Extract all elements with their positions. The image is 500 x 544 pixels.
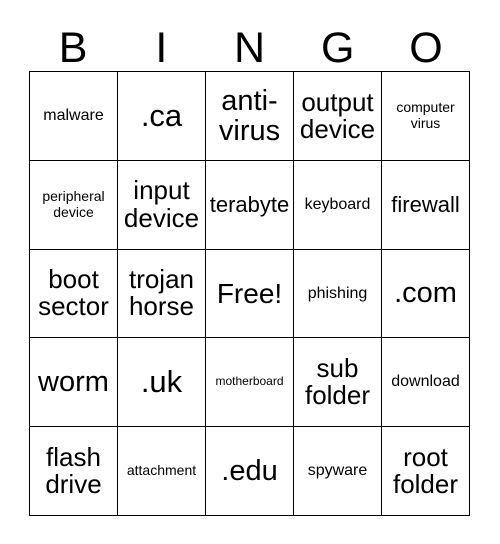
bingo-cell-label: input device (123, 175, 200, 233)
bingo-cell-label: attachment (126, 462, 197, 479)
bingo-cell-label: keyboard (304, 195, 371, 213)
bingo-cell-label: trojan horse (128, 264, 195, 322)
bingo-cell-i2[interactable]: input device (118, 160, 206, 250)
bingo-cell-g1[interactable]: output device (294, 72, 382, 161)
bingo-cell-label: computer virus (396, 99, 455, 131)
bingo-cell-label: root folder (392, 441, 459, 500)
bingo-cell-o2[interactable]: firewall (382, 160, 470, 250)
bingo-cell-label: sub folder (304, 352, 371, 411)
bingo-cell-i5[interactable]: attachment (118, 427, 206, 516)
bingo-grid: malware .ca anti-virus output device com… (29, 71, 470, 516)
bingo-cell-o3[interactable]: .com (382, 249, 470, 339)
bingo-cell-n5[interactable]: .edu (206, 427, 294, 516)
bingo-cell-label: anti-virus (218, 84, 281, 147)
bingo-cell-i3[interactable]: trojan horse (118, 249, 206, 339)
bingo-cell-g2[interactable]: keyboard (294, 160, 382, 250)
header-letter-b: B (58, 24, 88, 72)
bingo-cell-label: .edu (221, 455, 278, 488)
bingo-cell-n2[interactable]: terabyte (206, 160, 294, 250)
bingo-cell-label: phishing (307, 284, 368, 302)
bingo-cell-label: .ca (140, 97, 183, 133)
bingo-cell-label: malware (43, 107, 104, 125)
bingo-cell-label: spyware (307, 462, 368, 480)
bingo-header-row: B I N G O (29, 16, 470, 71)
bingo-cell-label: peripheral device (42, 188, 105, 220)
bingo-cell-i1[interactable]: .ca (118, 72, 206, 161)
bingo-cell-g3[interactable]: phishing (294, 249, 382, 339)
bingo-cell-o4[interactable]: download (382, 338, 470, 428)
bingo-cell-g5[interactable]: spyware (294, 427, 382, 516)
bingo-cell-label: firewall (391, 192, 460, 218)
bingo-cell-label: Free! (216, 277, 283, 309)
bingo-cell-free-space[interactable]: Free! (206, 249, 294, 339)
header-letter-g: G (320, 24, 355, 72)
bingo-cell-b4[interactable]: worm (30, 338, 118, 428)
bingo-cell-i4[interactable]: .uk (118, 338, 206, 428)
header-letter-i: I (155, 24, 168, 72)
bingo-cell-label: output device (299, 86, 376, 144)
header-letter-o: O (409, 24, 443, 72)
bingo-cell-label: download (391, 373, 460, 391)
bingo-cell-label: .uk (140, 364, 183, 400)
bingo-cell-b3[interactable]: boot sector (30, 249, 118, 339)
bingo-cell-b2[interactable]: peripheral device (30, 160, 118, 250)
bingo-cell-o5[interactable]: root folder (382, 427, 470, 516)
bingo-cell-g4[interactable]: sub folder (294, 338, 382, 428)
bingo-cell-b1[interactable]: malware (30, 72, 118, 161)
bingo-cell-label: flash drive (45, 441, 102, 500)
bingo-cell-label: motherboard (215, 374, 284, 389)
bingo-cell-n4[interactable]: motherboard (206, 338, 294, 428)
header-letter-n: N (233, 24, 266, 72)
bingo-cell-b5[interactable]: flash drive (30, 427, 118, 516)
bingo-cell-label: boot sector (38, 264, 109, 322)
bingo-cell-label: worm (38, 366, 109, 399)
bingo-cell-n1[interactable]: anti-virus (206, 72, 294, 161)
bingo-card: B I N G O malware .ca anti-virus output … (0, 0, 500, 544)
bingo-cell-o1[interactable]: computer virus (382, 72, 470, 161)
bingo-cell-label: terabyte (209, 192, 290, 218)
bingo-cell-label: .com (394, 277, 457, 310)
